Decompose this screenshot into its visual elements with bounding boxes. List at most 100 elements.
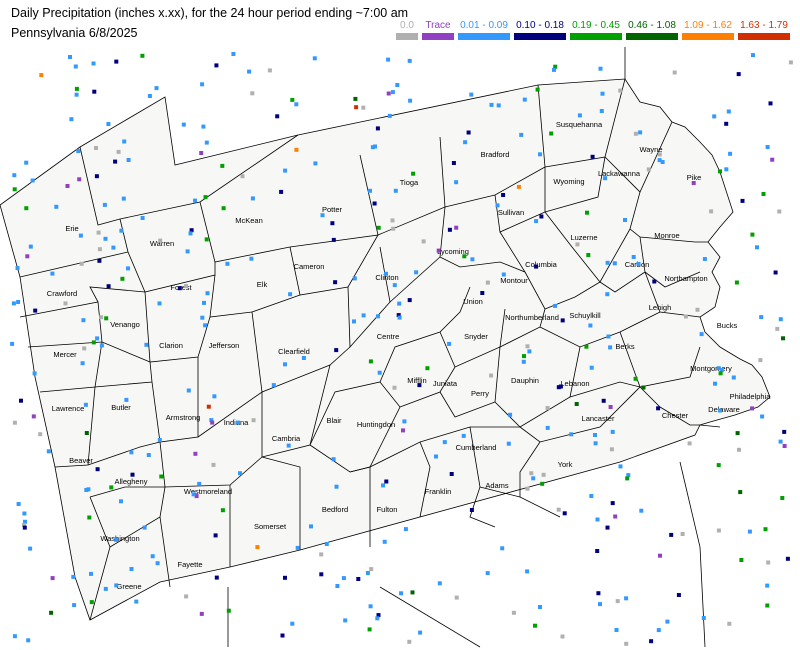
legend-swatch	[738, 33, 790, 40]
station-marker	[480, 291, 485, 295]
county-label: Montour	[500, 276, 528, 285]
legend-swatch	[458, 33, 510, 40]
station-marker	[140, 216, 145, 220]
station-marker	[595, 517, 600, 522]
station-marker	[658, 553, 662, 558]
station-marker	[352, 319, 356, 324]
station-marker	[778, 439, 783, 444]
station-marker	[574, 402, 579, 406]
station-marker	[94, 174, 99, 179]
station-marker	[295, 545, 300, 550]
legend-item: 0.0	[396, 20, 418, 40]
legend-label: 1.63 - 1.79	[740, 20, 788, 31]
station-marker	[159, 474, 164, 479]
station-marker	[15, 266, 20, 271]
station-marker	[33, 308, 38, 313]
legend-label: 0.01 - 0.09	[460, 20, 508, 31]
station-marker	[553, 303, 558, 308]
county-label: Chester	[662, 411, 689, 420]
county-label: Berks	[615, 342, 634, 351]
station-marker	[407, 58, 412, 63]
station-marker	[280, 633, 285, 638]
station-marker	[660, 160, 665, 164]
station-marker	[99, 343, 104, 348]
station-marker	[96, 230, 101, 235]
station-marker	[10, 341, 15, 346]
station-marker	[425, 366, 430, 371]
station-marker	[129, 450, 134, 455]
county-label: Snyder	[464, 332, 488, 341]
station-marker	[356, 577, 361, 581]
legend-item: 0.10 - 0.18	[514, 20, 566, 40]
station-marker	[623, 218, 627, 222]
station-marker	[97, 247, 102, 252]
station-marker	[76, 149, 81, 154]
station-marker	[341, 576, 346, 581]
station-marker	[361, 313, 366, 318]
station-marker	[288, 292, 293, 297]
station-marker	[734, 280, 739, 285]
station-marker	[12, 634, 17, 639]
legend-item: Trace	[422, 20, 454, 40]
station-marker	[255, 545, 260, 550]
station-marker	[613, 514, 618, 519]
station-marker	[102, 202, 107, 207]
station-marker	[46, 449, 51, 454]
station-marker	[202, 300, 206, 305]
station-marker	[240, 174, 245, 179]
legend-item: 0.46 - 1.08	[626, 20, 678, 40]
station-marker	[301, 356, 306, 360]
county-label: Northumberland	[505, 313, 559, 322]
station-marker	[290, 621, 295, 626]
legend-label: 1.09 - 1.62	[684, 20, 732, 31]
station-marker	[11, 301, 16, 306]
map-canvas: ErieWarrenMcKeanPotterTiogaBradfordSusqu…	[0, 47, 793, 648]
map-title: Daily Precipitation (inches x.xx), for t…	[11, 6, 409, 20]
station-marker	[50, 576, 55, 581]
county-label: Clarion	[159, 341, 183, 350]
station-marker	[12, 173, 17, 178]
county-label: Elk	[257, 280, 268, 289]
station-marker	[408, 98, 413, 103]
legend-item: 1.09 - 1.62	[682, 20, 734, 40]
station-marker	[770, 157, 775, 162]
station-marker	[605, 292, 610, 297]
station-marker	[434, 454, 438, 459]
station-marker	[63, 301, 68, 306]
station-marker	[16, 502, 21, 506]
station-marker	[384, 271, 388, 276]
station-marker	[79, 261, 84, 266]
station-marker	[382, 539, 387, 544]
station-marker	[726, 109, 731, 114]
station-marker	[584, 344, 589, 349]
county-label: Juniata	[433, 379, 458, 388]
station-marker	[89, 600, 94, 605]
station-marker	[724, 121, 729, 126]
station-marker	[28, 244, 33, 249]
precipitation-legend: 0.0 Trace 0.01 - 0.09 0.10 - 0.18 0.19 - 0.4…	[396, 20, 790, 40]
station-marker	[203, 195, 208, 200]
station-marker	[496, 103, 501, 108]
station-marker	[541, 472, 546, 477]
county-label: Centre	[377, 332, 400, 341]
station-marker	[735, 431, 740, 436]
station-marker	[368, 604, 373, 609]
station-marker	[609, 447, 614, 452]
station-marker	[103, 586, 108, 591]
station-marker	[569, 432, 574, 437]
legend-swatch	[626, 33, 678, 40]
station-marker	[19, 398, 23, 403]
station-marker	[765, 583, 770, 588]
station-marker	[221, 206, 226, 211]
station-marker	[353, 96, 358, 101]
station-marker	[702, 257, 707, 261]
station-marker	[226, 608, 231, 613]
legend-label: 0.19 - 0.45	[572, 20, 620, 31]
map-header: Daily Precipitation (inches x.xx), for t…	[0, 0, 800, 46]
station-marker	[87, 515, 92, 520]
station-marker	[699, 332, 704, 337]
station-marker	[387, 113, 392, 118]
station-marker	[375, 126, 380, 131]
station-marker	[407, 298, 412, 303]
station-marker	[126, 158, 131, 162]
